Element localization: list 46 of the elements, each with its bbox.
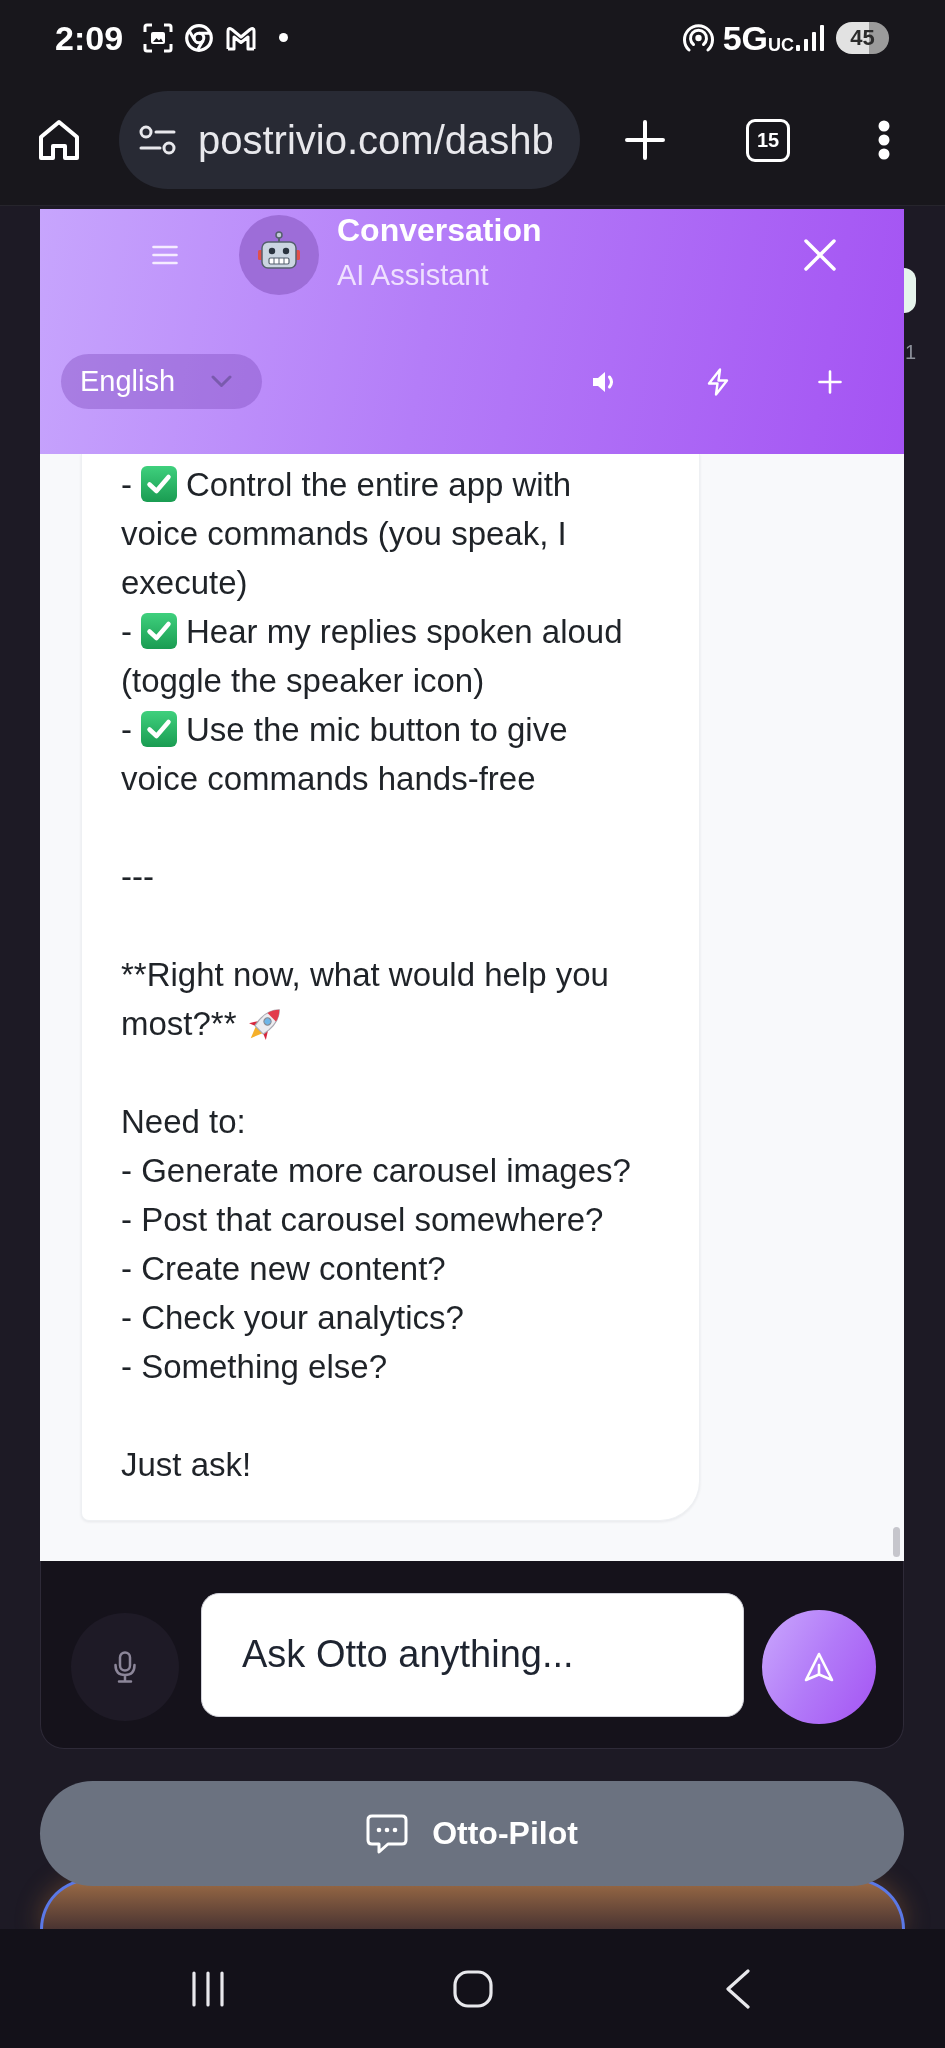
screenshot-icon (143, 22, 174, 53)
status-time: 2:09 (55, 17, 124, 58)
checkmark-icon (141, 613, 177, 649)
robot-icon (239, 215, 319, 295)
tab-switcher-button[interactable]: 15 (746, 118, 790, 162)
address-bar[interactable]: postrivio.com/dashb (119, 91, 580, 189)
message-text: - Control the entire app with voice commands (you speak, I execute) (121, 465, 573, 603)
chat-icon (366, 1813, 409, 1854)
message-text: Just ask! (121, 1445, 252, 1485)
checkmark-icon (141, 711, 177, 747)
message-input[interactable]: Ask Otto anything... (201, 1592, 744, 1717)
close-icon[interactable] (804, 239, 836, 271)
home-icon[interactable] (37, 118, 81, 162)
recents-icon[interactable] (189, 1970, 226, 2007)
edge-text: 1 (905, 340, 917, 364)
message-text: - Create new content? (121, 1249, 446, 1289)
site-settings-icon[interactable] (139, 125, 176, 155)
message-text: Need to: (121, 1102, 246, 1142)
new-tab-icon[interactable] (625, 120, 665, 160)
message-text: **Right now, what would help you most?** (121, 955, 610, 1045)
message-text: - Something else? (121, 1347, 387, 1387)
chat-title: Conversation (337, 211, 542, 249)
mail-icon (225, 24, 258, 51)
browser-logo-icon (185, 23, 214, 52)
message-text: - Hear my replies spoken aloud (toggle the speaker icon) (121, 612, 624, 701)
send-icon (804, 1651, 834, 1682)
message-text: - Check your analytics? (121, 1298, 464, 1338)
message-text: - Post that carousel somewhere? (121, 1200, 604, 1240)
hotspot-icon (682, 22, 714, 53)
back-icon[interactable] (724, 1968, 751, 2009)
plus-icon[interactable] (818, 369, 842, 394)
dot-icon (279, 33, 289, 42)
message-text: - Generate more carousel images? (121, 1151, 631, 1191)
menu-dots-icon[interactable] (877, 120, 891, 160)
lightning-icon[interactable] (707, 367, 729, 396)
mic-icon (114, 1650, 136, 1683)
scrollbar-thumb[interactable] (893, 1527, 900, 1557)
battery-indicator: 45 (836, 21, 889, 54)
message-text: - Use the mic button to give voice commands hands-free (121, 710, 569, 799)
checkmark-icon (141, 466, 177, 502)
otto-pilot-button[interactable]: Otto-Pilot (40, 1781, 904, 1886)
message-text: --- (121, 857, 154, 897)
chat-subtitle: AI Assistant (337, 258, 489, 293)
home-button-icon[interactable] (452, 1969, 493, 2008)
signal-icon (796, 24, 825, 51)
chevron-down-icon (211, 375, 232, 388)
